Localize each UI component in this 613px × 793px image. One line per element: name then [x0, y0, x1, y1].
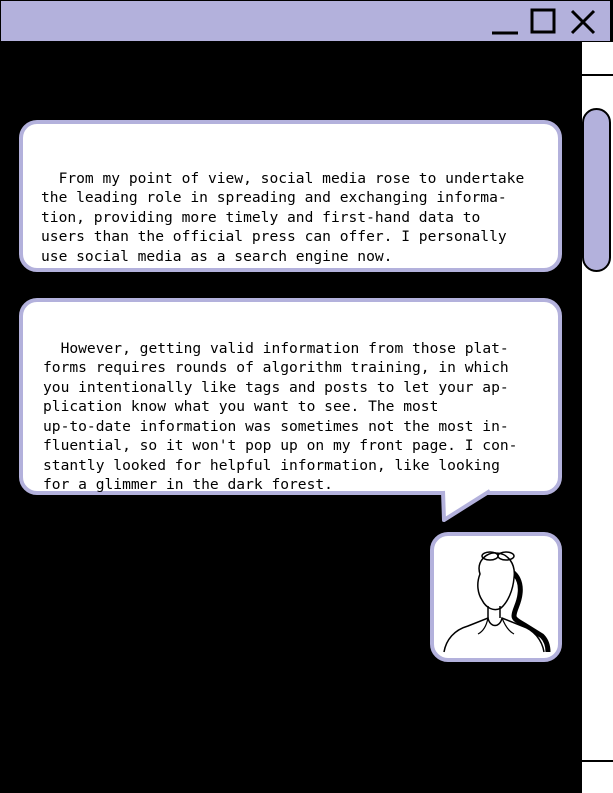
maximize-icon[interactable] — [529, 8, 557, 36]
message-text: However, getting valid information from … — [43, 339, 518, 494]
close-icon[interactable] — [569, 8, 597, 36]
minimize-icon[interactable] — [490, 8, 520, 36]
speech-tail — [441, 488, 492, 522]
message-bubble: However, getting valid information from … — [19, 298, 562, 495]
avatar — [430, 532, 562, 662]
message-text: From my point of view, social media rose… — [41, 169, 525, 265]
message-bubble: From my point of view, social media rose… — [19, 120, 562, 272]
scroll-divider — [582, 760, 613, 762]
scroll-divider — [582, 74, 613, 76]
scrollbar-thumb[interactable] — [582, 108, 611, 272]
title-bar — [0, 0, 611, 42]
person-with-glasses-icon — [443, 551, 551, 653]
